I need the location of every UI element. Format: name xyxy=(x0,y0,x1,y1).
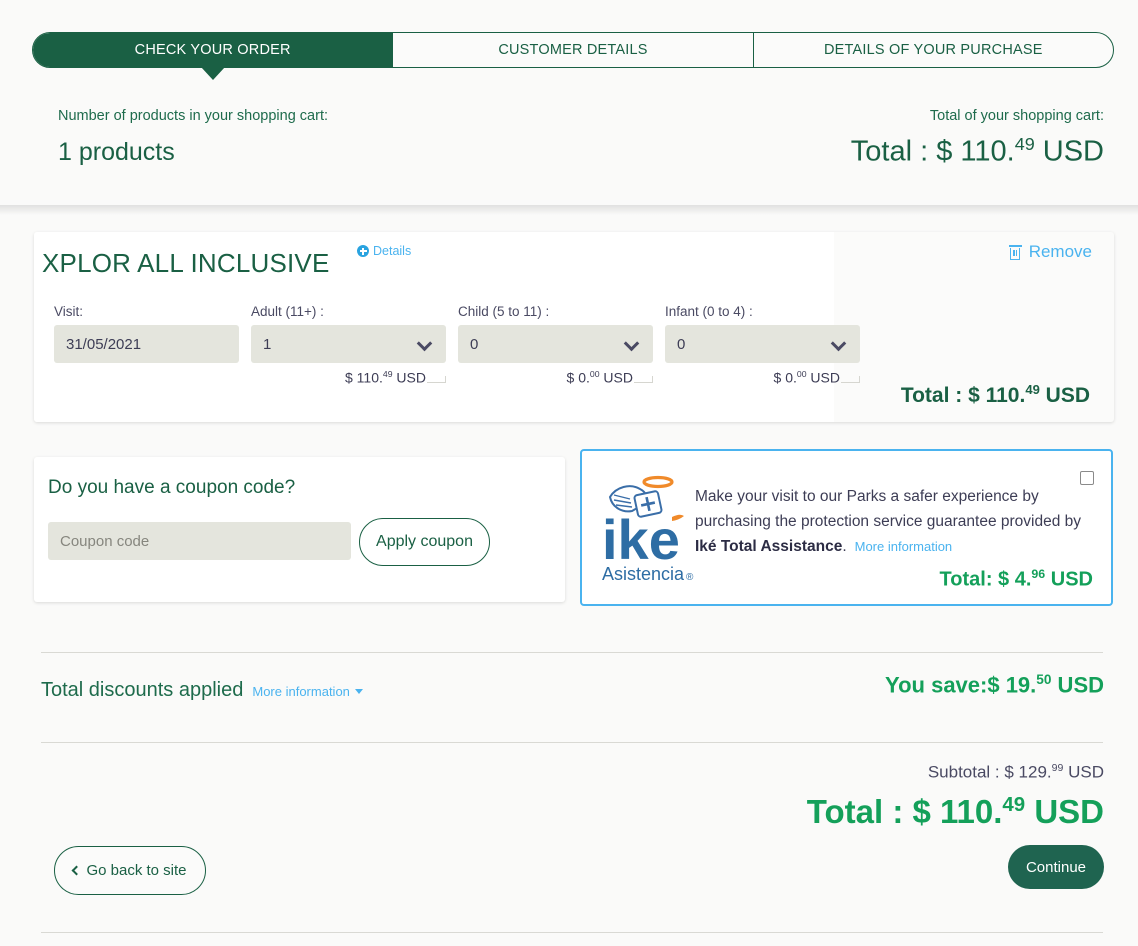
divider-above-discounts xyxy=(41,652,1103,653)
continue-button[interactable]: Continue xyxy=(1008,845,1104,889)
cart-total-block: Total of your shopping cart: Total : $ 1… xyxy=(851,108,1104,169)
child-price-row: $ 0.00 USD xyxy=(458,369,653,387)
child-quantity-select[interactable]: 0 xyxy=(458,325,653,363)
visit-date-field: Visit: xyxy=(54,304,239,387)
chevron-down-icon xyxy=(830,335,847,352)
insurance-brand: Iké Total Assistance xyxy=(695,538,843,555)
discounts-more-information-link[interactable]: More information xyxy=(252,684,363,699)
product-card: XPLOR ALL INCLUSIVE Details Remove Visit… xyxy=(34,232,1114,422)
infant-quantity-field: Infant (0 to 4) : 0 $ 0.00 USD xyxy=(665,304,860,387)
ike-asistencia-logo: ike Asistencia ® xyxy=(602,475,694,584)
tab-label: CUSTOMER DETAILS xyxy=(498,42,648,58)
svg-text:ike: ike xyxy=(602,508,680,571)
insurance-more-information-link[interactable]: More information xyxy=(855,539,953,554)
insurance-text-part2: . xyxy=(842,538,847,555)
remove-label: Remove xyxy=(1028,242,1092,261)
child-price: $ 0.00 USD xyxy=(566,369,633,386)
active-tab-pointer-icon xyxy=(200,67,225,80)
insurance-checkbox[interactable] xyxy=(1080,471,1094,485)
plus-circle-icon xyxy=(357,245,369,257)
adult-quantity-select[interactable]: 1 xyxy=(251,325,446,363)
tab-label: CHECK YOUR ORDER xyxy=(134,42,291,58)
price-tick-icon xyxy=(427,376,446,383)
total-discounts-label: Total discounts applied xyxy=(41,679,244,701)
cart-count-value: 1 products xyxy=(58,138,175,166)
cart-total-value: Total : $ 110.49 USD xyxy=(850,134,1104,168)
you-save-amount: You save:$ 19.50 USD xyxy=(885,672,1104,698)
cart-count-label: Number of products in your shopping cart… xyxy=(58,108,328,124)
chevron-down-icon xyxy=(416,335,433,352)
tab-details-of-your-purchase[interactable]: DETAILS OF YOUR PURCHASE xyxy=(754,33,1113,67)
coupon-card: Do you have a coupon code? Apply coupon xyxy=(34,457,565,602)
insurance-total: Total: $ 4.96 USD xyxy=(939,567,1093,591)
visit-price-row xyxy=(54,369,239,387)
product-title: XPLOR ALL INCLUSIVE xyxy=(42,248,330,278)
header-divider xyxy=(0,205,1138,215)
discounts-more-information-label: More information xyxy=(252,684,350,699)
product-options: Visit: 31/05/2021 Adult (11+): 1 $ 110.… xyxy=(54,304,860,387)
coupon-input[interactable] xyxy=(48,522,351,560)
chevron-left-icon xyxy=(72,865,82,876)
footer-divider xyxy=(41,932,1103,933)
child-quantity-value: 0 xyxy=(470,335,479,353)
chevron-down-icon xyxy=(623,335,640,352)
price-tick-icon xyxy=(634,376,653,383)
visit-date-label: Visit: xyxy=(54,304,84,319)
visit-date-input[interactable] xyxy=(54,325,239,363)
product-details-link[interactable]: Details xyxy=(357,244,411,258)
cart-total-label: Total of your shopping cart: xyxy=(929,108,1104,124)
checkout-step-tabs: CHECK YOUR ORDER CUSTOMER DETAILS DETAIL… xyxy=(32,32,1114,80)
adult-price-row: $ 110.49 USD xyxy=(251,369,446,387)
price-tick-icon xyxy=(841,376,860,383)
infant-label: Infant (0 to 4) : xyxy=(665,304,753,319)
infant-price: $ 0.00 USD xyxy=(773,369,840,386)
cart-count-block: Number of products in your shopping cart… xyxy=(58,108,328,167)
tab-label: DETAILS OF YOUR PURCHASE xyxy=(824,42,1043,58)
product-details-label: Details xyxy=(373,244,412,258)
visit-date-control xyxy=(54,325,239,363)
insurance-text-part1: Make your visit to our Parks a safer exp… xyxy=(695,488,1082,530)
go-back-to-site-button[interactable]: Go back to site xyxy=(54,846,206,895)
grand-total-amount: Total : $ 110.49 USD xyxy=(806,793,1104,830)
coupon-title: Do you have a coupon code? xyxy=(48,477,296,498)
infant-quantity-value: 0 xyxy=(677,335,686,353)
go-back-label: Go back to site xyxy=(86,862,187,879)
divider-above-totals xyxy=(41,742,1103,743)
checkout-page: CHECK YOUR ORDER CUSTOMER DETAILS DETAIL… xyxy=(0,0,1138,946)
adult-quantity-value: 1 xyxy=(263,335,272,353)
svg-text:Asistencia: Asistencia xyxy=(602,564,685,584)
product-card-total: Total : $ 110.49 USD xyxy=(900,382,1090,407)
adult-price: $ 110.49 USD xyxy=(345,369,426,386)
infant-price-row: $ 0.00 USD xyxy=(665,369,860,387)
tab-customer-details[interactable]: CUSTOMER DETAILS xyxy=(393,33,754,67)
insurance-description: Make your visit to our Parks a safer exp… xyxy=(695,484,1095,559)
subtotal-amount: Subtotal : $ 129.99 USD xyxy=(927,762,1104,782)
remove-product-button[interactable]: Remove xyxy=(1008,242,1092,262)
insurance-offer-card[interactable]: ike Asistencia ® Make your visit to our … xyxy=(580,449,1113,606)
tab-check-your-order[interactable]: CHECK YOUR ORDER xyxy=(33,33,394,80)
total-discounts-row: Total discounts applied More information xyxy=(41,679,363,702)
apply-coupon-button[interactable]: Apply coupon xyxy=(359,518,490,566)
caret-down-icon xyxy=(354,689,363,694)
child-label: Child (5 to 11) : xyxy=(458,304,550,319)
trash-icon xyxy=(1008,244,1022,260)
infant-quantity-select[interactable]: 0 xyxy=(665,325,860,363)
adult-quantity-field: Adult (11+) : 1 $ 110.49 USD xyxy=(251,304,446,387)
svg-text:®: ® xyxy=(686,572,694,583)
adult-label: Adult (11+) : xyxy=(251,304,324,319)
child-quantity-field: Child (5 to 11) : 0 $ 0.00 USD xyxy=(458,304,653,387)
